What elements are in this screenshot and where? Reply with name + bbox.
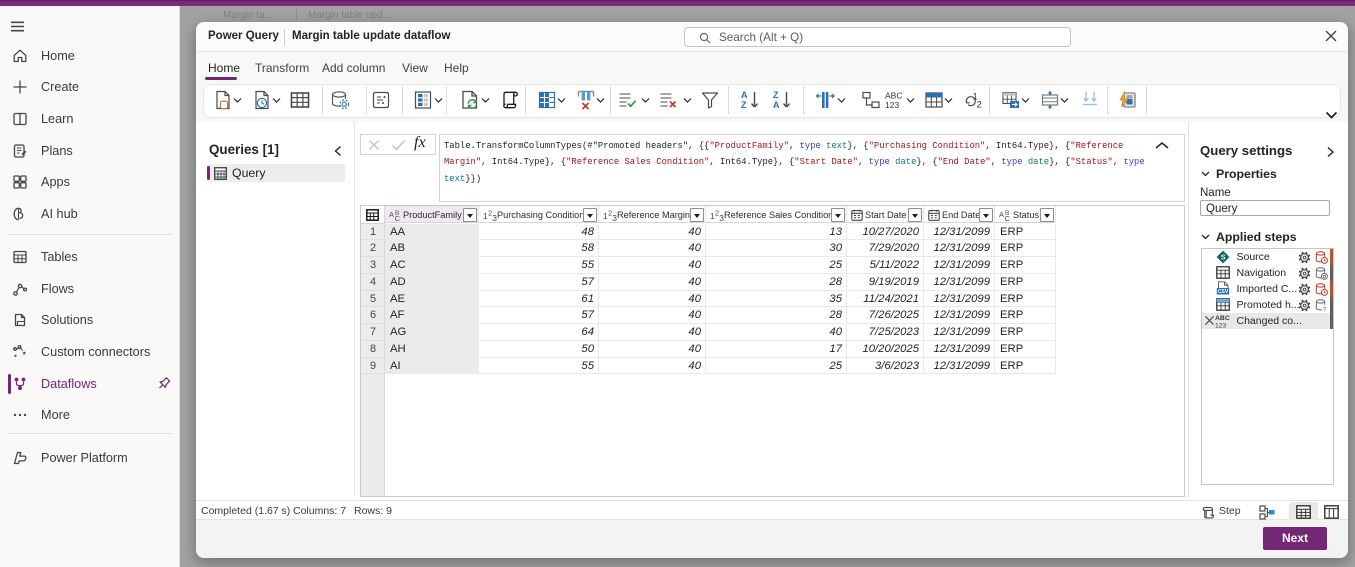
svg-text:Z: Z — [741, 100, 747, 110]
svg-text:A: A — [999, 210, 1004, 219]
svg-text:CSV: CSV — [1217, 289, 1228, 295]
svg-text:?: ? — [1322, 306, 1326, 312]
svg-text:123: 123 — [885, 100, 899, 110]
svg-text:A: A — [389, 210, 394, 219]
svg-text:A: A — [773, 100, 780, 110]
svg-text:ABC: ABC — [885, 91, 902, 101]
svg-text:ABC: ABC — [1215, 315, 1230, 322]
svg-text:2: 2 — [977, 100, 982, 111]
svg-text:Z: Z — [773, 90, 779, 100]
svg-text:C: C — [395, 214, 401, 221]
svg-text:A: A — [741, 90, 748, 100]
svg-text:C: C — [1005, 214, 1011, 221]
svg-text:123: 123 — [1215, 323, 1227, 330]
svg-text:S: S — [1220, 253, 1225, 262]
